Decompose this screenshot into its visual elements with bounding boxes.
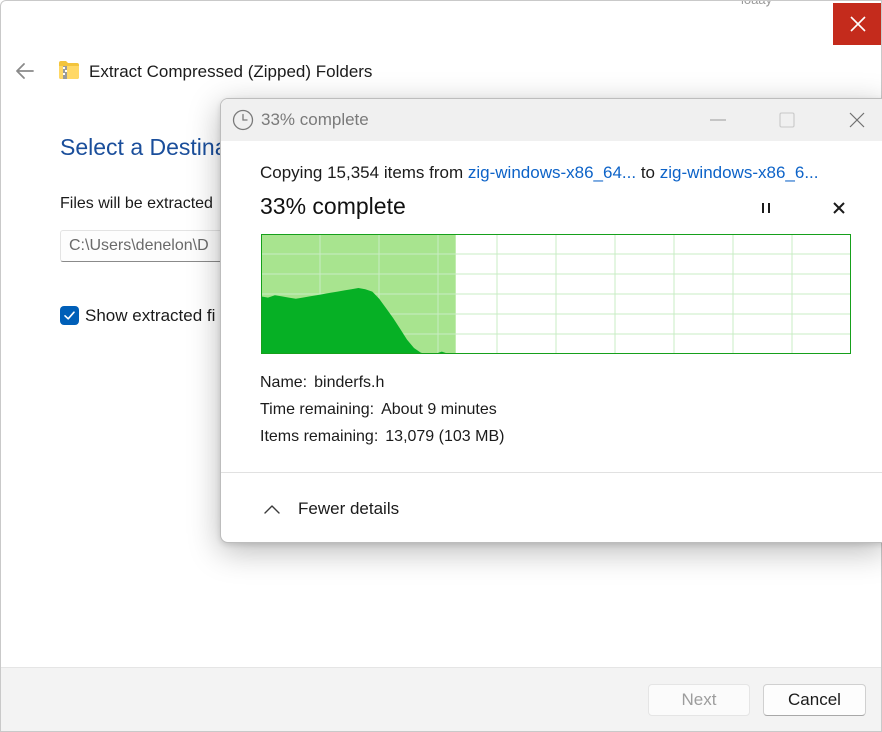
background-window-text: loaay bbox=[741, 1, 772, 7]
fewer-details-toggle[interactable]: Fewer details bbox=[261, 497, 399, 521]
items-remaining-value: 13,079 (103 MB) bbox=[385, 428, 505, 445]
time-remaining-row: Time remaining: About 9 minutes bbox=[260, 401, 497, 419]
wizard-title: Extract Compressed (Zipped) Folders bbox=[89, 62, 373, 81]
fewer-details-label: Fewer details bbox=[298, 499, 400, 518]
copy-summary: Copying 15,354 items from zig-windows-x8… bbox=[260, 163, 819, 183]
copy-progress-dialog: 33% complete Copying 15,354 items from z… bbox=[220, 98, 882, 543]
items-remaining-row: Items remaining: 13,079 (103 MB) bbox=[260, 428, 504, 446]
pause-icon[interactable] bbox=[758, 200, 774, 216]
next-button[interactable]: Next bbox=[648, 684, 750, 716]
cancel-button[interactable]: Cancel bbox=[763, 684, 866, 716]
close-icon[interactable] bbox=[846, 109, 868, 131]
show-extracted-checkbox[interactable] bbox=[60, 306, 79, 325]
wizard-close-button[interactable] bbox=[833, 3, 881, 45]
name-value: binderfs.h bbox=[314, 374, 385, 391]
percent-complete-label: 33% complete bbox=[260, 193, 406, 219]
minimize-icon[interactable] bbox=[707, 109, 729, 131]
details-divider bbox=[221, 472, 882, 473]
destination-folder-link[interactable]: zig-windows-x86_6... bbox=[660, 163, 819, 182]
zip-folder-icon bbox=[59, 61, 79, 79]
page-heading: Select a Destina bbox=[60, 134, 228, 160]
dialog-titlebar: 33% complete bbox=[221, 99, 882, 141]
stop-icon[interactable] bbox=[831, 200, 847, 216]
checkmark-icon bbox=[64, 311, 75, 320]
current-file-row: Name: binderfs.h bbox=[260, 374, 384, 392]
copy-prefix: Copying 15,354 items from bbox=[260, 163, 464, 182]
maximize-icon[interactable] bbox=[776, 109, 798, 131]
copy-to-word: to bbox=[640, 163, 656, 182]
dialog-title: 33% complete bbox=[261, 110, 369, 129]
transfer-speed-graph bbox=[261, 234, 851, 354]
time-remaining-value: About 9 minutes bbox=[381, 401, 497, 418]
back-arrow-icon[interactable] bbox=[13, 59, 37, 83]
name-label: Name: bbox=[260, 374, 308, 391]
close-icon bbox=[849, 16, 866, 32]
source-folder-link[interactable]: zig-windows-x86_64... bbox=[468, 163, 636, 182]
chevron-up-icon bbox=[264, 505, 280, 514]
extract-destination-label: Files will be extracted bbox=[60, 195, 213, 212]
items-remaining-label: Items remaining: bbox=[260, 428, 379, 445]
time-remaining-label: Time remaining: bbox=[260, 401, 375, 418]
clock-icon bbox=[232, 109, 254, 131]
show-extracted-label: Show extracted fi bbox=[85, 306, 216, 325]
